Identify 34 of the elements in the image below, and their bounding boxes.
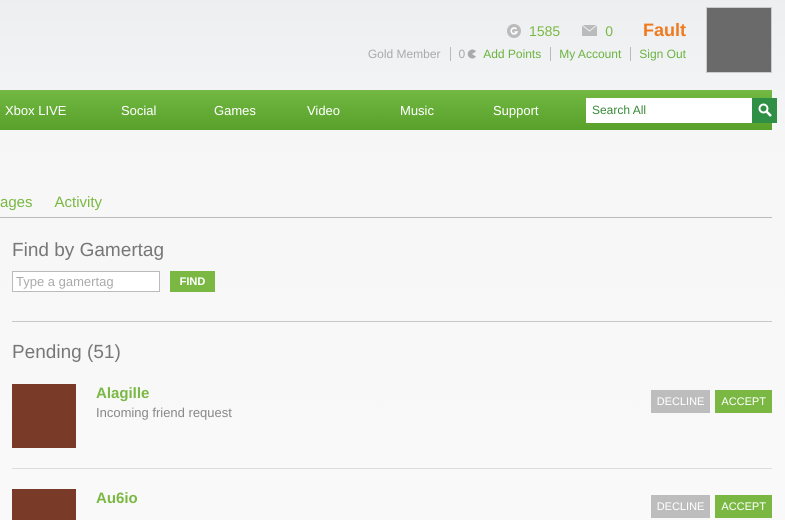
gamertag[interactable]: Fault [643, 20, 686, 41]
nav-link[interactable]: Support [493, 102, 586, 118]
section-title: Find by Gamertag [12, 240, 166, 262]
avatar-placeholder[interactable] [706, 7, 772, 73]
gamerscore-icon [507, 24, 522, 38]
gamertag-link[interactable]: Alagille [96, 385, 232, 402]
section-title: Pending (51) [12, 342, 122, 364]
account-link[interactable]: Add Points [483, 47, 542, 61]
decline-button[interactable]: DECLINE [650, 495, 710, 518]
gamertag-field[interactable]: Type a gamertag [12, 271, 160, 292]
points-balance: 0 [450, 47, 466, 61]
points-icon [467, 49, 478, 59]
search-icon [758, 103, 772, 117]
request-message: Incoming friend request [96, 405, 232, 420]
membership-label: Gold Member [368, 47, 441, 61]
decline-button[interactable]: DECLINE [650, 390, 710, 413]
nav-link[interactable]: Video [307, 102, 400, 118]
gamertag-link[interactable]: Au6io [96, 490, 138, 507]
envelope-icon[interactable] [582, 25, 598, 36]
find-button[interactable]: FIND [170, 271, 215, 292]
account-link[interactable]: Sign Out [630, 47, 686, 61]
search-button[interactable] [752, 98, 777, 122]
nav-link[interactable]: Xbox LIVE [5, 102, 121, 118]
search-field[interactable]: Search All [586, 98, 752, 122]
accept-button[interactable]: ACCEPT [715, 390, 772, 413]
accept-button[interactable]: ACCEPT [715, 495, 772, 518]
message-count: 0 [605, 22, 613, 38]
gamerscore: 1585 [529, 22, 560, 38]
nav-link[interactable]: Music [400, 102, 493, 118]
tab[interactable]: ages [0, 194, 33, 211]
nav-link[interactable]: Social [121, 102, 214, 118]
tab[interactable]: Activity [54, 194, 102, 211]
account-link[interactable]: My Account [550, 47, 622, 61]
nav-link[interactable]: Games [214, 102, 307, 118]
